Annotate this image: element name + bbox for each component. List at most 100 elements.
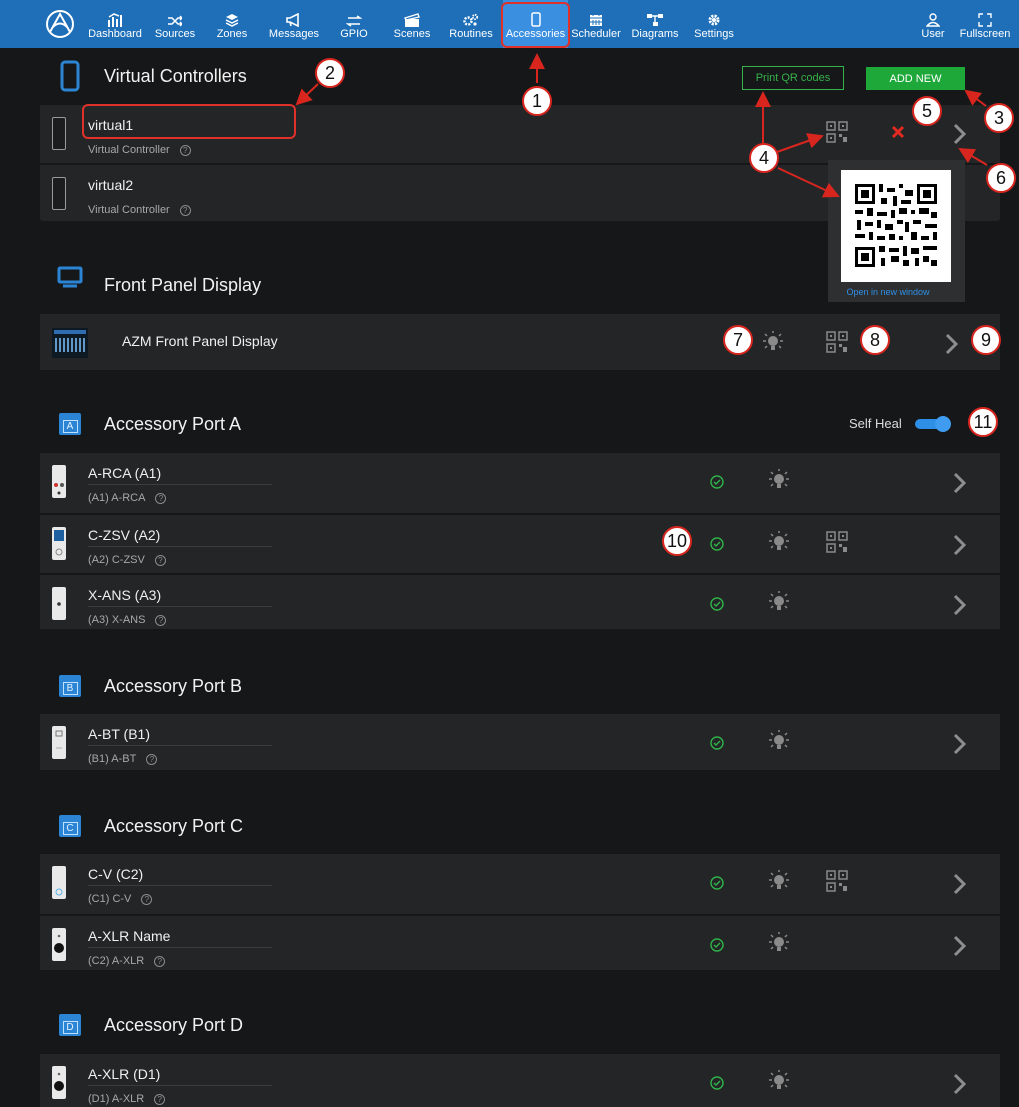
- self-heal-toggle[interactable]: [915, 416, 951, 432]
- nav-dashboard[interactable]: Dashboard: [88, 0, 142, 48]
- identify-bulb-icon[interactable]: [766, 1070, 792, 1092]
- help-icon[interactable]: ?: [155, 614, 167, 626]
- port-a-title: Accessory Port A: [104, 413, 242, 434]
- device-name[interactable]: AZM Front Panel Display: [122, 333, 278, 349]
- qr-code-icon[interactable]: [826, 531, 848, 553]
- device-name[interactable]: virtual2: [88, 177, 133, 193]
- device-name[interactable]: A-XLR (D1): [88, 1066, 160, 1082]
- nav-routines[interactable]: Routines: [447, 0, 495, 48]
- device-name[interactable]: C-V (C2): [88, 866, 143, 882]
- chevron-right-icon[interactable]: [953, 733, 967, 755]
- qr-code-icon[interactable]: [826, 870, 848, 892]
- port-b-title: Accessory Port B: [104, 675, 243, 696]
- virtual-controllers-header: Virtual Controllers: [50, 56, 247, 96]
- device-name[interactable]: X-ANS (A3): [88, 587, 161, 603]
- device-name[interactable]: A-BT (B1): [88, 726, 150, 742]
- nav-user[interactable]: User: [918, 0, 948, 48]
- port-a-header: A Accessory Port A: [50, 404, 241, 444]
- callout-5: 5: [912, 96, 942, 126]
- shuffle-icon: [168, 14, 182, 27]
- print-qr-codes-button[interactable]: Print QR codes: [742, 66, 844, 90]
- help-icon[interactable]: ?: [154, 955, 166, 967]
- callout-7: 7: [723, 325, 753, 355]
- chevron-right-icon[interactable]: [945, 333, 959, 355]
- list-item-x-ans[interactable]: X-ANS (A3) (A3) X-ANS?: [40, 573, 1000, 629]
- nav-messages[interactable]: Messages: [268, 0, 320, 48]
- chevron-right-icon[interactable]: [953, 873, 967, 895]
- c-zsv-thumbnail: [52, 527, 66, 560]
- identify-bulb-icon[interactable]: [766, 730, 792, 752]
- nav-zones[interactable]: Zones: [212, 0, 252, 48]
- identify-bulb-icon[interactable]: [766, 932, 792, 954]
- list-item-a-rca[interactable]: A-RCA (A1) (A1) A-RCA?: [40, 453, 1000, 509]
- megaphone-icon: [286, 12, 299, 27]
- device-name[interactable]: A-XLR Name: [88, 928, 170, 944]
- nav-scenes[interactable]: Scenes: [392, 0, 432, 48]
- chevron-right-icon[interactable]: [953, 534, 967, 556]
- nav-gpio[interactable]: GPIO: [336, 0, 372, 48]
- help-icon[interactable]: ?: [154, 554, 166, 566]
- help-icon[interactable]: ?: [179, 204, 191, 216]
- status-ok-icon: [710, 537, 724, 551]
- virtual-controllers-title: Virtual Controllers: [104, 65, 247, 86]
- app-logo-icon[interactable]: [44, 8, 76, 40]
- status-ok-icon: [710, 597, 724, 611]
- help-icon[interactable]: ?: [155, 492, 167, 504]
- nav-diagrams[interactable]: Diagrams: [630, 0, 680, 48]
- nav-scheduler-label: Scheduler: [571, 27, 621, 40]
- list-item-c-zsv[interactable]: C-ZSV (A2) (A2) C-ZSV?: [40, 513, 1000, 569]
- help-icon[interactable]: ?: [141, 893, 153, 905]
- accessories-highlight-box: [501, 2, 570, 48]
- list-item-a-bt[interactable]: A-BT (B1) (B1) A-BT?: [40, 714, 1000, 770]
- list-item-front-panel[interactable]: AZM Front Panel Display: [40, 314, 1000, 370]
- device-name[interactable]: C-ZSV (A2): [88, 527, 160, 543]
- nav-sources[interactable]: Sources: [153, 0, 197, 48]
- device-name[interactable]: A-RCA (A1): [88, 465, 161, 481]
- chevron-right-icon[interactable]: [953, 594, 967, 616]
- list-item-a-xlr-name[interactable]: A-XLR Name (C2) A-XLR?: [40, 914, 1000, 970]
- port-d-title: Accessory Port D: [104, 1014, 244, 1035]
- self-heal-label: Self Heal: [849, 416, 902, 431]
- nav-settings[interactable]: Settings: [692, 0, 736, 48]
- nav-fullscreen[interactable]: Fullscreen: [955, 0, 1015, 48]
- device-sub: (C2) A-XLR?: [88, 955, 166, 967]
- identify-bulb-icon[interactable]: [760, 331, 786, 353]
- chevron-right-icon[interactable]: [953, 935, 967, 957]
- device-sub: (A2) C-ZSV?: [88, 554, 166, 566]
- device-sub: (B1) A-BT?: [88, 753, 158, 765]
- help-icon[interactable]: ?: [154, 1093, 166, 1105]
- qr-code-icon[interactable]: [826, 121, 848, 143]
- status-ok-icon: [710, 475, 724, 489]
- device-sub: (A3) X-ANS?: [88, 614, 167, 626]
- delete-x-icon[interactable]: [890, 124, 906, 140]
- port-d-header: D Accessory Port D: [50, 1005, 243, 1045]
- chevron-right-icon[interactable]: [953, 1073, 967, 1095]
- fullscreen-icon: [978, 12, 992, 27]
- nav-scheduler[interactable]: Scheduler: [570, 0, 622, 48]
- qr-code-icon[interactable]: [826, 331, 848, 353]
- nav-sources-label: Sources: [154, 27, 196, 40]
- device-sub: (D1) A-XLR?: [88, 1093, 166, 1105]
- a-rca-thumbnail: [52, 465, 66, 498]
- dashboard-icon: [108, 12, 122, 27]
- list-item-c-v[interactable]: C-V (C2) (C1) C-V?: [40, 854, 1000, 910]
- a-bt-thumbnail: [52, 726, 66, 759]
- identify-bulb-icon[interactable]: [766, 531, 792, 553]
- identify-bulb-icon[interactable]: [766, 870, 792, 892]
- identify-bulb-icon[interactable]: [766, 591, 792, 613]
- port-d-card: A-XLR (D1) (D1) A-XLR?: [40, 1054, 1000, 1107]
- virtual-controller-thumbnail: [52, 117, 66, 150]
- nav-user-label: User: [921, 27, 945, 40]
- chevron-right-icon[interactable]: [953, 123, 967, 145]
- list-item-a-xlr-d1[interactable]: A-XLR (D1) (D1) A-XLR?: [40, 1054, 1000, 1107]
- gears-icon: [463, 13, 479, 26]
- add-new-button[interactable]: ADD NEW: [866, 67, 965, 90]
- front-panel-thumbnail: [52, 328, 88, 358]
- user-icon: [926, 12, 940, 27]
- nav-settings-label: Settings: [694, 27, 734, 40]
- help-icon[interactable]: ?: [146, 753, 158, 765]
- help-icon[interactable]: ?: [179, 144, 191, 156]
- open-in-new-window-link[interactable]: Open in new window: [828, 287, 948, 297]
- chevron-right-icon[interactable]: [953, 472, 967, 494]
- identify-bulb-icon[interactable]: [766, 469, 792, 491]
